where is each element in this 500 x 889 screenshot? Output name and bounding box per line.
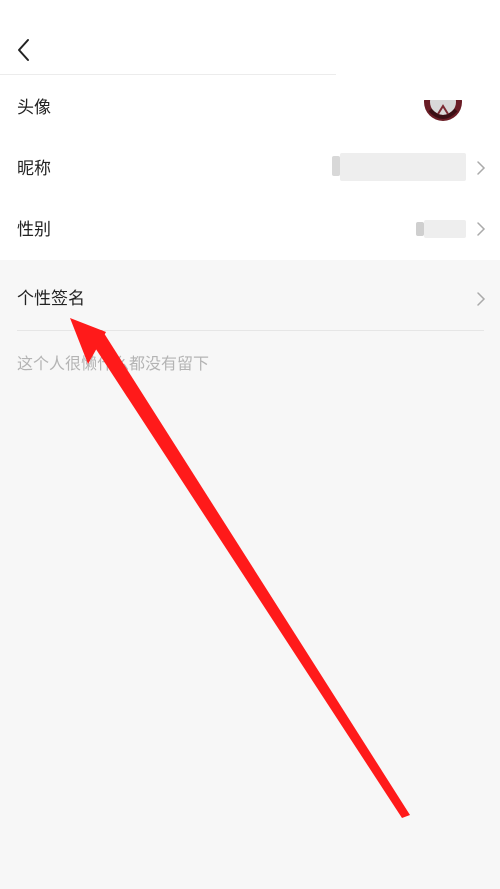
arrow-shaft	[90, 330, 410, 818]
nickname-value-blurred	[340, 153, 466, 181]
signature-placeholder: 这个人很懒什么都没有留下	[17, 354, 210, 373]
gender-label: 性别	[17, 220, 51, 240]
back-button[interactable]	[8, 30, 40, 70]
profile-info-section: 头像 昵称 性别	[0, 0, 500, 260]
header-divider	[0, 74, 336, 75]
avatar	[424, 100, 462, 124]
avatar-label: 头像	[17, 98, 51, 118]
signature-row[interactable]: 个性签名	[0, 270, 500, 330]
nickname-label: 昵称	[17, 159, 51, 179]
signature-divider	[17, 330, 484, 331]
chevron-left-icon	[18, 39, 29, 61]
nickname-value-blur-edge	[332, 156, 340, 176]
chevron-right-icon	[477, 292, 486, 306]
signature-label: 个性签名	[17, 289, 85, 309]
gender-value-blurred	[424, 220, 466, 238]
chevron-right-icon	[477, 222, 486, 236]
chevron-right-icon	[477, 161, 486, 175]
gender-value-blur-edge	[416, 222, 424, 236]
